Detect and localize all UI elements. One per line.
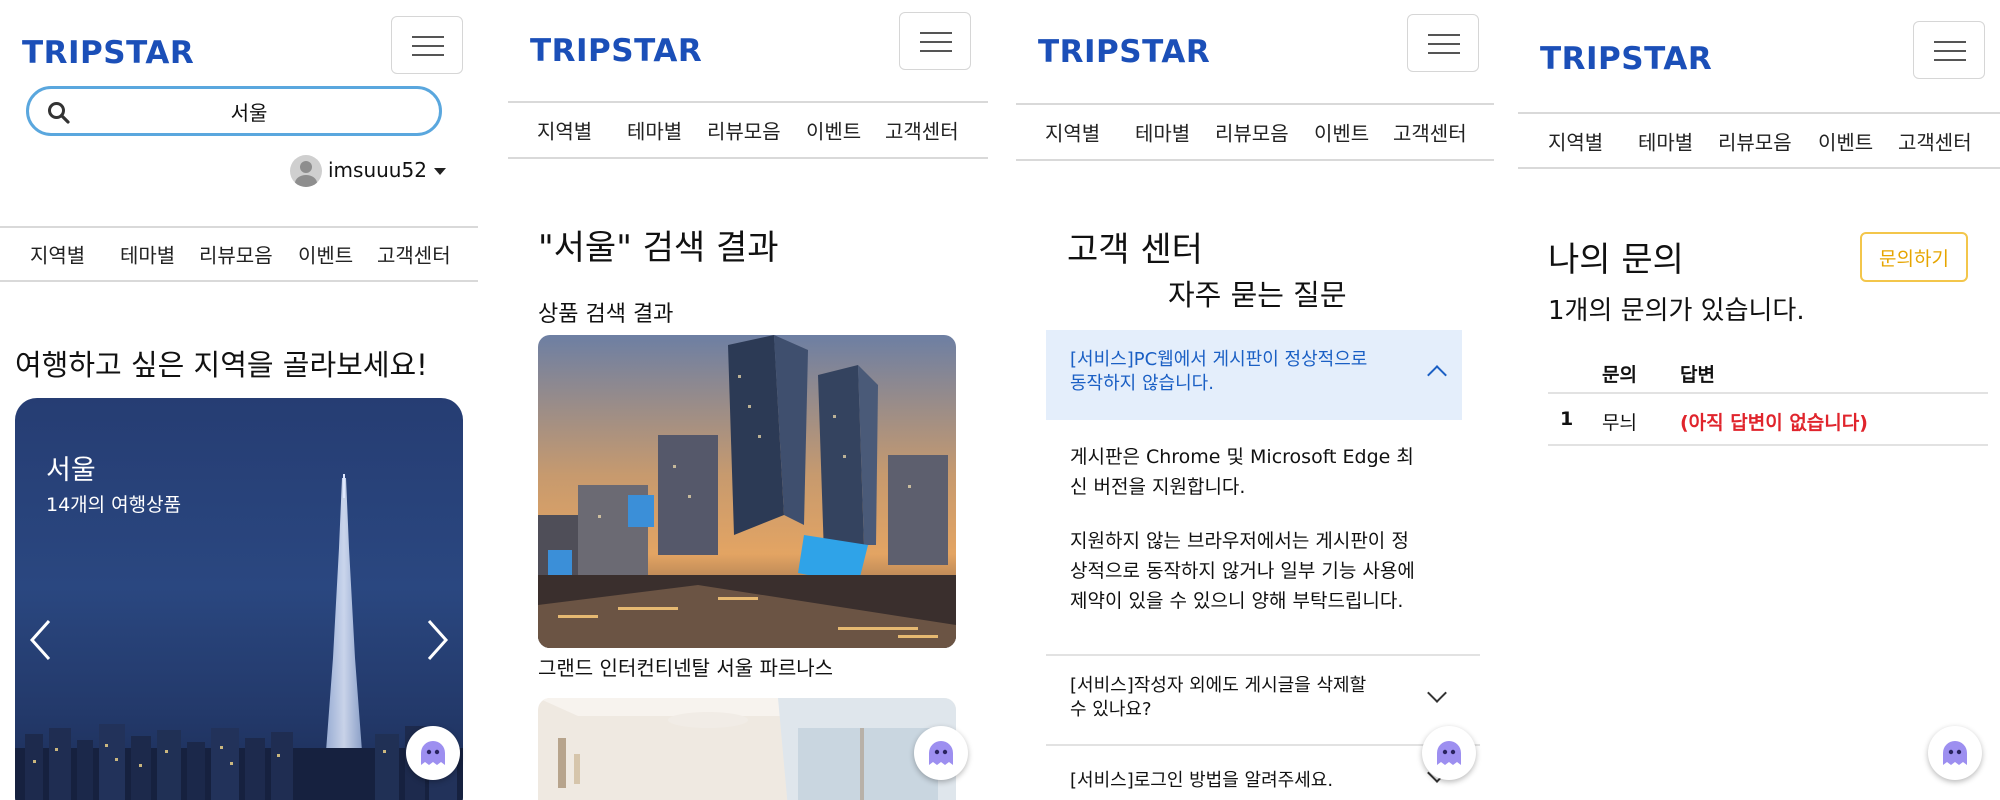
nav-item-region[interactable]: 지역별 <box>537 116 592 145</box>
chatbot-button[interactable] <box>1928 726 1982 780</box>
chatbot-ghost-icon <box>421 741 445 765</box>
chatbot-button[interactable] <box>1422 726 1476 780</box>
page-heading: 여행하고 싶은 지역을 골라보세요! <box>15 348 428 382</box>
brand-logo[interactable]: TRIPSTAR <box>1038 37 1210 68</box>
arrow-right-icon[interactable] <box>423 618 451 662</box>
username: imsuuu52 <box>328 158 427 182</box>
faq-answer-line: 신 버전을 지원합니다. <box>1070 476 1246 498</box>
nav-item-region[interactable]: 지역별 <box>1548 126 1603 155</box>
nav-item-support[interactable]: 고객센터 <box>1898 126 1972 155</box>
faq-question-line: [서비스]PC웹에서 게시판이 정상적으로 <box>1070 349 1368 370</box>
faq-item[interactable]: [서비스]로그인 방법을 알려주세요. <box>1046 746 1480 800</box>
main-nav: 지역별 테마별 리뷰모음 이벤트 고객센터 <box>1016 103 1494 161</box>
section-title: 상품 검색 결과 <box>538 302 674 327</box>
inquiry-table: 문의 답변 1 무늬 (아직 답변이 없습니다) <box>1548 350 1988 446</box>
chatbot-ghost-icon <box>1437 741 1461 765</box>
chatbot-ghost-icon <box>1943 741 1967 765</box>
faq-question: [서비스]작성자 외에도 게시글을 삭제할 수 있나요? <box>1070 674 1366 722</box>
chatbot-ghost-icon <box>929 741 953 765</box>
chatbot-button[interactable] <box>914 726 968 780</box>
search-icon[interactable] <box>47 101 71 125</box>
nav-item-events[interactable]: 이벤트 <box>298 240 353 269</box>
brand-logo[interactable]: TRIPSTAR <box>22 38 194 69</box>
column-header-inquiry: 문의 <box>1602 364 1637 386</box>
chatbot-button[interactable] <box>406 726 460 780</box>
hamburger-menu-button[interactable] <box>391 16 463 74</box>
nav-item-region[interactable]: 지역별 <box>1045 118 1100 147</box>
faq-title: 자주 묻는 질문 <box>1168 278 1347 312</box>
region-product-count: 14개의 여행상품 <box>46 494 182 516</box>
nav-item-reviews[interactable]: 리뷰모음 <box>1718 126 1792 155</box>
row-number: 1 <box>1560 408 1574 430</box>
faq-answer-line: 게시판은 Chrome 및 Microsoft Edge 최 <box>1070 446 1414 468</box>
nav-item-events[interactable]: 이벤트 <box>806 116 861 145</box>
result-card-image[interactable] <box>538 335 956 648</box>
region-title: 서울 <box>46 455 96 486</box>
brand-logo[interactable]: TRIPSTAR <box>530 36 702 67</box>
column-header-answer: 답변 <box>1680 364 1715 386</box>
main-nav: 지역별 테마별 리뷰모음 이벤트 고객센터 <box>1518 112 2000 169</box>
nav-item-region[interactable]: 지역별 <box>30 240 85 269</box>
main-nav: 지역별 테마별 리뷰모음 이벤트 고객센터 <box>0 226 478 282</box>
chevron-up-icon <box>1427 365 1447 385</box>
region-card-seoul[interactable]: 서울 14개의 여행상품 <box>15 398 463 800</box>
nav-item-events[interactable]: 이벤트 <box>1818 126 1873 155</box>
faq-answer: 게시판은 Chrome 및 Microsoft Edge 최 신 버전을 지원합… <box>1070 442 1415 616</box>
hamburger-menu-button[interactable] <box>899 12 971 70</box>
result-card-image-2[interactable] <box>538 698 956 800</box>
screen-search-results: TRIPSTAR 지역별 테마별 리뷰모음 이벤트 고객센터 "서울" 검색 결… <box>508 0 988 800</box>
nav-item-theme[interactable]: 테마별 <box>1135 118 1190 147</box>
nav-item-theme[interactable]: 테마별 <box>627 116 682 145</box>
screen-home: TRIPSTAR imsuuu52 지역별 테마별 리뷰모음 이벤트 고객센터 … <box>0 0 478 800</box>
hotel-city-photo <box>538 335 956 648</box>
inquiry-count: 1개의 문의가 있습니다. <box>1548 296 1805 326</box>
brand-logo[interactable]: TRIPSTAR <box>1540 44 1712 75</box>
nav-item-theme[interactable]: 테마별 <box>1638 126 1693 155</box>
faq-answer-line: 제약이 있을 수 있으니 양해 부탁드립니다. <box>1070 590 1404 612</box>
faq-question-line: 동작하지 않습니다. <box>1070 373 1214 394</box>
page-heading: 나의 문의 <box>1548 240 1684 280</box>
faq-question-line: 수 있나요? <box>1070 699 1152 720</box>
nav-item-theme[interactable]: 테마별 <box>120 240 175 269</box>
inquiry-title[interactable]: 무늬 <box>1602 408 1637 435</box>
page-heading: "서울" 검색 결과 <box>538 228 779 268</box>
faq-answer-line: 지원하지 않는 브라우저에서는 게시판이 정 <box>1070 530 1409 552</box>
nav-item-support[interactable]: 고객센터 <box>1393 118 1467 147</box>
nav-item-support[interactable]: 고객센터 <box>377 240 451 269</box>
search-input[interactable] <box>89 96 409 126</box>
hotel-room-photo <box>538 698 956 800</box>
nav-item-events[interactable]: 이벤트 <box>1314 118 1369 147</box>
nav-item-reviews[interactable]: 리뷰모음 <box>199 240 273 269</box>
faq-question: [서비스]PC웹에서 게시판이 정상적으로 동작하지 않습니다. <box>1070 348 1367 396</box>
arrow-left-icon[interactable] <box>27 618 55 662</box>
caret-down-icon <box>434 168 446 175</box>
inquire-button[interactable]: 문의하기 <box>1860 232 1968 282</box>
screen-my-inquiries: TRIPSTAR 지역별 테마별 리뷰모음 이벤트 고객센터 나의 문의 문의하… <box>1518 0 2000 800</box>
hamburger-menu-button[interactable] <box>1913 21 1985 79</box>
chevron-down-icon <box>1427 683 1447 703</box>
hamburger-menu-button[interactable] <box>1407 14 1479 72</box>
table-row[interactable]: 1 무늬 (아직 답변이 없습니다) <box>1548 394 1988 446</box>
nav-item-reviews[interactable]: 리뷰모음 <box>1215 118 1289 147</box>
screen-customer-center: TRIPSTAR 지역별 테마별 리뷰모음 이벤트 고객센터 고객 센터 자주 … <box>1016 0 1494 800</box>
faq-item-open[interactable]: [서비스]PC웹에서 게시판이 정상적으로 동작하지 않습니다. <box>1046 330 1462 420</box>
faq-question-line: [서비스]작성자 외에도 게시글을 삭제할 <box>1070 675 1367 696</box>
avatar <box>290 155 322 187</box>
faq-answer-line: 상적으로 동작하지 않거나 일부 기능 사용에 <box>1070 560 1415 582</box>
search-bar <box>26 86 442 136</box>
main-nav: 지역별 테마별 리뷰모음 이벤트 고객센터 <box>508 101 988 159</box>
answer-status: (아직 답변이 없습니다) <box>1680 412 1868 434</box>
nav-item-support[interactable]: 고객센터 <box>885 116 959 145</box>
faq-question: [서비스]로그인 방법을 알려주세요. <box>1070 770 1334 791</box>
result-title[interactable]: 그랜드 인터컨티넨탈 서울 파르나스 <box>538 652 833 681</box>
nav-item-reviews[interactable]: 리뷰모음 <box>707 116 781 145</box>
table-header-row: 문의 답변 <box>1548 350 1988 394</box>
faq-item[interactable]: [서비스]작성자 외에도 게시글을 삭제할 수 있나요? <box>1046 656 1480 744</box>
page-heading: 고객 센터 <box>1067 230 1203 270</box>
